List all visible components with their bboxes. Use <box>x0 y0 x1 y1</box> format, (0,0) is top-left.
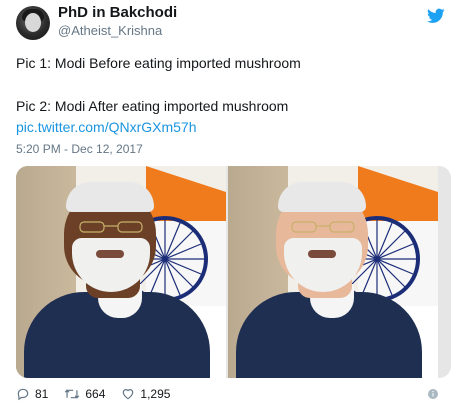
retweet-count: 664 <box>85 387 106 401</box>
reply-icon <box>17 388 29 401</box>
reply-button[interactable]: 81 <box>16 387 48 401</box>
timestamp[interactable]: 5:20 PM - Dec 12, 2017 <box>16 142 143 156</box>
retweet-icon <box>65 389 80 399</box>
glasses <box>291 221 355 233</box>
photo-before[interactable] <box>16 166 226 378</box>
action-bar: 81 664 1,295 <box>16 384 186 404</box>
media-link[interactable]: pic.twitter.com/QNxrGXm57h <box>16 119 197 135</box>
like-count: 1,295 <box>140 387 171 401</box>
tweet-card[interactable]: PhD in Bakchodi @Atheist_Krishna Pic 1: … <box>0 0 469 408</box>
photo-after[interactable] <box>228 166 438 378</box>
like-button[interactable]: 1,295 <box>121 387 170 401</box>
display-name[interactable]: PhD in Bakchodi <box>58 4 177 21</box>
media-grid[interactable] <box>16 166 451 378</box>
tweet-text-line-1: Pic 1: Modi Before eating imported mushr… <box>16 55 301 71</box>
glasses <box>79 221 143 233</box>
hair <box>278 182 366 212</box>
avatar[interactable] <box>16 6 50 40</box>
user-handle[interactable]: @Atheist_Krishna <box>58 23 162 38</box>
info-icon[interactable] <box>427 388 439 400</box>
mouth <box>308 250 336 258</box>
tweet-text-line-2: Pic 2: Modi After eating imported mushro… <box>16 98 289 114</box>
hair <box>66 182 154 212</box>
mouth <box>96 250 124 258</box>
reply-count: 81 <box>35 387 49 401</box>
retweet-button[interactable]: 664 <box>64 387 105 401</box>
heart-icon <box>123 389 134 400</box>
twitter-bird-icon[interactable] <box>427 8 445 24</box>
avatar-face <box>25 13 41 32</box>
